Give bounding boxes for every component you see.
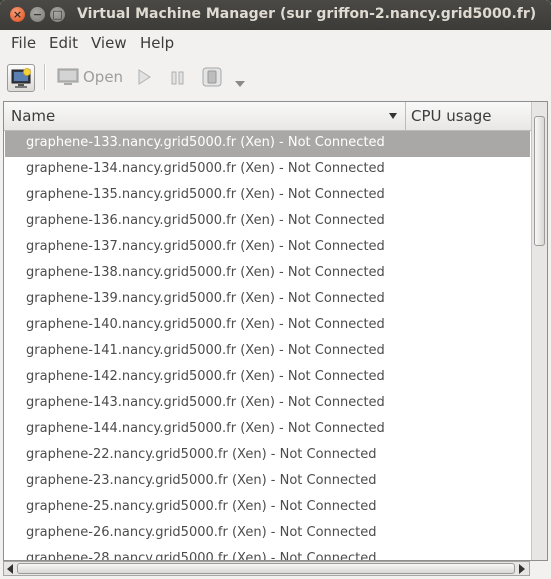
window: × − □ Virtual Machine Manager (sur griff… [0, 0, 551, 579]
open-button[interactable]: Open [83, 68, 123, 86]
list-item[interactable]: graphene-26.nancy.grid5000.fr (Xen) - No… [5, 521, 530, 547]
list-item[interactable]: graphene-142.nancy.grid5000.fr (Xen) - N… [5, 365, 530, 391]
list-item-label: graphene-142.nancy.grid5000.fr (Xen) - N… [26, 369, 385, 384]
column-header-name-label: Name [11, 107, 56, 125]
list-item-label: graphene-143.nancy.grid5000.fr (Xen) - N… [26, 395, 385, 410]
menu-file[interactable]: File [11, 34, 36, 52]
list-header: Name CPU usage [4, 102, 531, 131]
list-item-label: graphene-28.nancy.grid5000.fr (Xen) - No… [26, 551, 377, 561]
vertical-scrollbar[interactable] [531, 102, 547, 560]
list-item-label: graphene-138.nancy.grid5000.fr (Xen) - N… [26, 265, 385, 280]
list-item[interactable]: graphene-25.nancy.grid5000.fr (Xen) - No… [5, 495, 530, 521]
list-item-label: graphene-25.nancy.grid5000.fr (Xen) - No… [26, 499, 377, 514]
resize-corner [530, 561, 548, 576]
column-header-cpu[interactable]: CPU usage [411, 107, 492, 125]
list-item[interactable]: graphene-137.nancy.grid5000.fr (Xen) - N… [5, 235, 530, 261]
column-header-name[interactable]: Name [5, 102, 406, 130]
menu-bar: File Edit View Help [0, 30, 551, 56]
list-item-label: graphene-140.nancy.grid5000.fr (Xen) - N… [26, 317, 385, 332]
list-item-label: graphene-22.nancy.grid5000.fr (Xen) - No… [26, 447, 377, 462]
list-item[interactable]: graphene-139.nancy.grid5000.fr (Xen) - N… [5, 287, 530, 313]
list-item[interactable]: graphene-133.nancy.grid5000.fr (Xen) - N… [5, 131, 530, 157]
list-item-label: graphene-23.nancy.grid5000.fr (Xen) - No… [26, 473, 377, 488]
list-item[interactable]: graphene-22.nancy.grid5000.fr (Xen) - No… [5, 443, 530, 469]
close-window-button[interactable]: × [10, 7, 25, 22]
list-item-label: graphene-133.nancy.grid5000.fr (Xen) - N… [26, 135, 385, 150]
pause-icon[interactable] [171, 70, 185, 89]
minimize-window-button[interactable]: − [30, 7, 45, 22]
menu-edit[interactable]: Edit [49, 34, 78, 52]
list-item-label: graphene-141.nancy.grid5000.fr (Xen) - N… [26, 343, 385, 358]
new-vm-icon [11, 68, 31, 88]
list-item[interactable]: graphene-141.nancy.grid5000.fr (Xen) - N… [5, 339, 530, 365]
list-rows: graphene-133.nancy.grid5000.fr (Xen) - N… [5, 131, 530, 561]
list-item[interactable]: graphene-135.nancy.grid5000.fr (Xen) - N… [5, 183, 530, 209]
list-item-label: graphene-134.nancy.grid5000.fr (Xen) - N… [26, 161, 385, 176]
list-item-label: graphene-137.nancy.grid5000.fr (Xen) - N… [26, 239, 385, 254]
toolbar-separator [44, 64, 46, 90]
list-item[interactable]: graphene-23.nancy.grid5000.fr (Xen) - No… [5, 469, 530, 495]
list-item-label: graphene-139.nancy.grid5000.fr (Xen) - N… [26, 291, 385, 306]
new-vm-button[interactable] [7, 64, 35, 92]
horizontal-scrollbar[interactable] [3, 561, 530, 576]
list-item[interactable]: graphene-143.nancy.grid5000.fr (Xen) - N… [5, 391, 530, 417]
shutdown-menu-chevron-down-icon[interactable] [235, 73, 245, 92]
horizontal-scroll-thumb[interactable] [17, 563, 515, 574]
list-item[interactable]: graphene-144.nancy.grid5000.fr (Xen) - N… [5, 417, 530, 443]
run-icon[interactable] [137, 69, 151, 89]
toolbar: Open [0, 56, 551, 98]
menu-view[interactable]: View [91, 34, 127, 52]
scroll-left-icon[interactable] [6, 564, 14, 574]
scroll-right-icon[interactable] [518, 564, 526, 574]
list-item[interactable]: graphene-136.nancy.grid5000.fr (Xen) - N… [5, 209, 530, 235]
vertical-scroll-thumb[interactable] [534, 116, 545, 246]
list-item-label: graphene-144.nancy.grid5000.fr (Xen) - N… [26, 421, 385, 436]
sort-chevron-down-icon [389, 113, 397, 119]
menu-help[interactable]: Help [140, 34, 174, 52]
list-item-label: graphene-135.nancy.grid5000.fr (Xen) - N… [26, 187, 385, 202]
list-item-label: graphene-136.nancy.grid5000.fr (Xen) - N… [26, 213, 385, 228]
maximize-window-button[interactable]: □ [50, 7, 65, 22]
shutdown-icon[interactable] [202, 67, 222, 91]
list-item[interactable]: graphene-134.nancy.grid5000.fr (Xen) - N… [5, 157, 530, 183]
list-item-label: graphene-26.nancy.grid5000.fr (Xen) - No… [26, 525, 377, 540]
window-title: Virtual Machine Manager (sur griffon-2.n… [77, 6, 537, 22]
list-item[interactable]: graphene-138.nancy.grid5000.fr (Xen) - N… [5, 261, 530, 287]
title-bar: × − □ Virtual Machine Manager (sur griff… [0, 0, 551, 30]
connection-list: Name CPU usage graphene-133.nancy.grid50… [3, 101, 548, 561]
list-item[interactable]: graphene-140.nancy.grid5000.fr (Xen) - N… [5, 313, 530, 339]
console-icon[interactable] [57, 68, 79, 90]
list-item[interactable]: graphene-28.nancy.grid5000.fr (Xen) - No… [5, 547, 530, 561]
